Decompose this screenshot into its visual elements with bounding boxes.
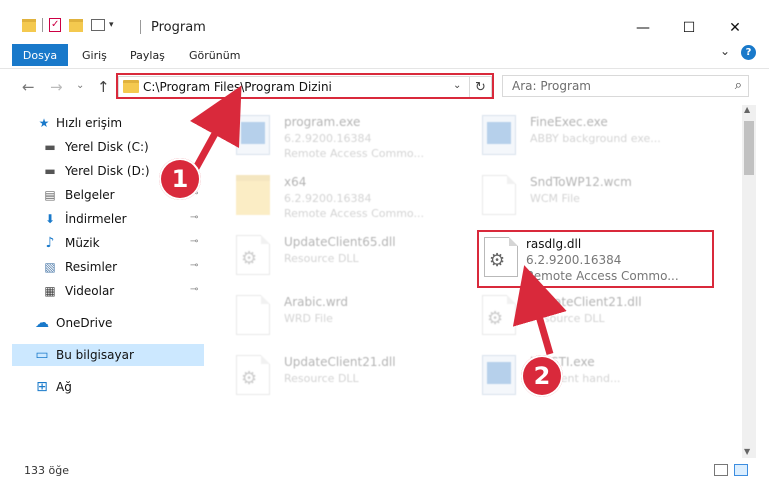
callout-step-2: 2 xyxy=(521,355,563,397)
arrow-1-body xyxy=(189,85,242,170)
arrow-2-body xyxy=(512,265,567,355)
callout-step-1: 1 xyxy=(159,158,201,200)
annotation-arrows xyxy=(189,85,567,356)
